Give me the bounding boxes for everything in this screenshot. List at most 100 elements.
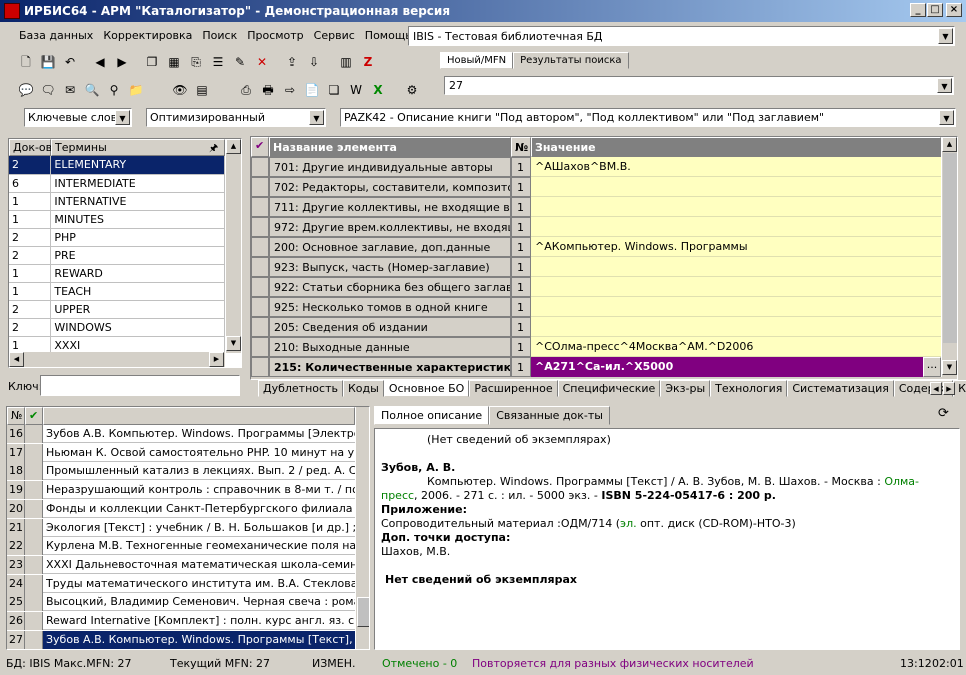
record-check[interactable]	[25, 593, 43, 612]
record-row[interactable]: 21 Экология [Текст] : учебник / В. Н. Бол…	[7, 518, 355, 537]
tab-field-1[interactable]: Коды	[342, 380, 384, 397]
field-value[interactable]: ^AШахов^BМ.В.	[531, 157, 941, 177]
term-row[interactable]: 1 REWARD	[9, 264, 225, 283]
fields-header-name[interactable]: Название элемента	[269, 137, 511, 157]
scroll-left-icon[interactable]: ◀	[9, 352, 24, 367]
undo-icon[interactable]: ↶	[60, 52, 80, 72]
field-row[interactable]: 205: Сведения об издании 1	[251, 317, 941, 337]
term-row[interactable]: 1 INTERNATIVE	[9, 192, 225, 211]
edit-icon[interactable]: ✎	[230, 52, 250, 72]
menu-database[interactable]: База данных	[14, 29, 98, 42]
tab-field-6[interactable]: Технология	[710, 380, 788, 397]
record-row[interactable]: 24 Труды математического института им. В.…	[7, 574, 355, 593]
field-row[interactable]: 711: Другие коллективы, не входящие в за…	[251, 197, 941, 217]
desc-app-link[interactable]: эл.	[620, 517, 637, 530]
terms-list[interactable]: Док-ов Термины 🖈 2 ELEMENTARY 6 INTERMEDIAT…	[8, 138, 242, 368]
tab-field-2[interactable]: Основное БО	[383, 380, 470, 397]
field-row[interactable]: 922: Статьи сборника без общего заглавия…	[251, 277, 941, 297]
chevron-down-icon[interactable]: ▼	[309, 110, 324, 125]
minimize-icon[interactable]: _	[910, 3, 926, 17]
comment-edit-icon[interactable]: 🗨	[38, 80, 58, 100]
settings-icon[interactable]: ⚙	[402, 80, 422, 100]
records-header-text[interactable]	[43, 407, 355, 425]
field-value[interactable]	[531, 277, 941, 297]
menu-service[interactable]: Сервис	[309, 29, 360, 42]
tab-scroll-right-icon[interactable]: ▶	[943, 382, 955, 395]
record-check[interactable]	[25, 630, 43, 649]
terms-scrollbar[interactable]: ▲ ▼	[225, 139, 241, 353]
term-row[interactable]: 2 PHP	[9, 228, 225, 247]
field-value-active[interactable]: ^A271^Cа-ил.^X5000	[531, 357, 923, 377]
field-value[interactable]	[531, 257, 941, 277]
record-check[interactable]	[25, 443, 43, 462]
terms-header-count[interactable]: Док-ов	[9, 139, 52, 156]
record-row[interactable]: 19 Неразрушающий контроль : справочник в …	[7, 481, 355, 500]
record-row[interactable]: 25 Высоцкий, Владимир Семенович. Черная с…	[7, 593, 355, 612]
refresh-icon[interactable]: ⟳	[938, 406, 949, 421]
fields-header-num[interactable]: №	[511, 137, 531, 157]
scroll-right-icon[interactable]: ▶	[209, 352, 224, 367]
tab-field-5[interactable]: Экз-ры	[660, 380, 711, 397]
tab-new-mfn[interactable]: Новый/MFN	[440, 52, 514, 69]
copy-icon[interactable]: ⎘	[186, 52, 206, 72]
tab-full-description[interactable]: Полное описание	[374, 406, 490, 425]
menu-edit[interactable]: Корректировка	[98, 29, 197, 42]
export-doc-icon[interactable]: ⇨	[280, 80, 300, 100]
term-row[interactable]: 6 INTERMEDIATE	[9, 174, 225, 193]
field-value[interactable]	[531, 197, 941, 217]
menu-view[interactable]: Просмотр	[242, 29, 308, 42]
records-header-check[interactable]: ✔	[25, 407, 43, 425]
chevron-down-icon[interactable]: ▼	[939, 110, 954, 125]
field-row[interactable]: 923: Выпуск, часть (Номер-заглавие) 1	[251, 257, 941, 277]
scroll-thumb[interactable]	[943, 153, 957, 343]
import-icon[interactable]: ⇪	[282, 52, 302, 72]
scroll-up-icon[interactable]: ▲	[942, 137, 957, 152]
ellipsis-button[interactable]: ...	[923, 357, 941, 377]
tab-field-9[interactable]: КО	[953, 380, 966, 397]
tab-field-3[interactable]: Расширенное	[469, 380, 558, 397]
word-icon[interactable]: W	[346, 80, 366, 100]
stack-icon[interactable]: ▤	[192, 80, 212, 100]
record-check[interactable]	[25, 481, 43, 500]
pages-icon[interactable]: ❏	[324, 80, 344, 100]
mfn-input[interactable]: 27 ▼	[444, 76, 954, 95]
record-check[interactable]	[25, 499, 43, 518]
tab-search-results[interactable]: Результаты поиска	[513, 52, 629, 69]
copy-record-icon[interactable]: ❐	[142, 52, 162, 72]
record-row[interactable]: 20 Фонды и коллекции Санкт-Петербургского…	[7, 499, 355, 518]
record-check[interactable]	[25, 537, 43, 556]
forward-arrow-icon[interactable]: ▶	[112, 52, 132, 72]
tab-field-0[interactable]: Дублетность	[258, 380, 343, 397]
record-row[interactable]: 23 XXXI Дальневосточная математическая шк…	[7, 555, 355, 574]
chart-icon[interactable]: ▥	[336, 52, 356, 72]
menu-search[interactable]: Поиск	[197, 29, 242, 42]
worksheet-select[interactable]: PAZK42 - Описание книги "Под автором", "…	[340, 108, 956, 127]
comment-icon[interactable]: 💬	[16, 80, 36, 100]
chevron-down-icon[interactable]: ▼	[937, 78, 952, 93]
field-row[interactable]: 702: Редакторы, составители, композиторы…	[251, 177, 941, 197]
tab-scroll-left-icon[interactable]: ◀	[930, 382, 942, 395]
terms-header-term[interactable]: Термины	[51, 139, 225, 156]
optimize-select[interactable]: Оптимизированный ▼	[146, 108, 326, 127]
record-check[interactable]	[25, 425, 43, 443]
folder-icon[interactable]: 📁	[126, 80, 146, 100]
key-input[interactable]	[40, 375, 240, 396]
maximize-icon[interactable]: □	[927, 3, 943, 17]
search-doc-icon[interactable]: 🔍	[82, 80, 102, 100]
scroll-up-icon[interactable]: ▲	[226, 139, 241, 154]
tab-linked-docs[interactable]: Связанные док-ты	[489, 406, 610, 425]
records-scrollbar[interactable]	[355, 407, 369, 649]
print-icon[interactable]: ⎙	[236, 80, 256, 100]
close-icon[interactable]: ×	[946, 3, 962, 17]
database-select[interactable]: IBIS - Тестовая библиотечная БД ▼	[408, 26, 955, 46]
term-row[interactable]: 2 UPPER	[9, 300, 225, 319]
field-value[interactable]	[531, 217, 941, 237]
field-row[interactable]: 200: Основное заглавие, доп.данные 1 ^AКом…	[251, 237, 941, 257]
term-row[interactable]: 1 TEACH	[9, 282, 225, 301]
record-check[interactable]	[25, 612, 43, 630]
record-row[interactable]: 22 Курлена М.В. Техногенные геомеханическ…	[7, 537, 355, 556]
scroll-down-icon[interactable]: ▼	[226, 336, 241, 351]
delete-icon[interactable]: ✕	[252, 52, 272, 72]
field-row[interactable]: 972: Другие врем.коллективы, не входящие…	[251, 217, 941, 237]
records-list[interactable]: № ✔ 16 Зубов А.В. Компьютер. Windows. Про…	[6, 406, 370, 650]
